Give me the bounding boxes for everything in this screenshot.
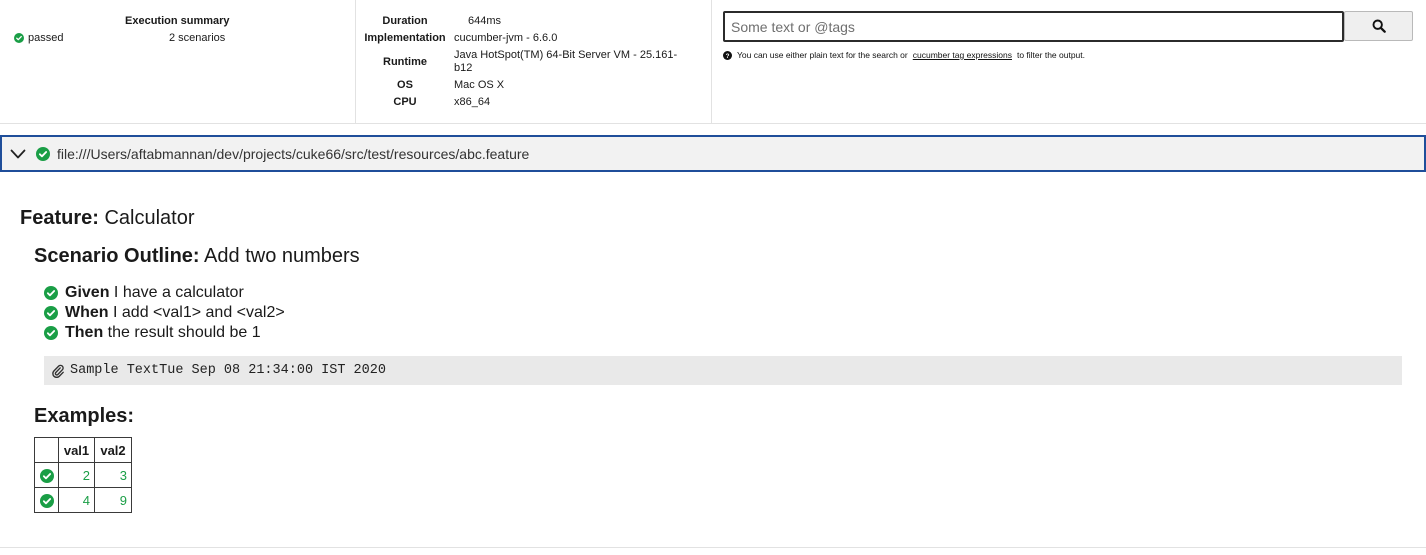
table-cell: 4 <box>58 487 95 513</box>
env-value: x86_64 <box>454 96 491 108</box>
step-keyword: Given <box>65 284 110 301</box>
step-list: Given I have a calculator When I add <va… <box>44 283 285 343</box>
bottom-divider <box>0 547 1426 548</box>
feature-title: Feature: Calculator <box>20 207 195 230</box>
feature-file-path: file:///Users/aftabmannan/dev/projects/c… <box>57 145 530 162</box>
step-passed-check-icon <box>44 326 58 340</box>
hint-text-after: to filter the output. <box>1016 50 1086 60</box>
table-cell: 3 <box>94 462 132 488</box>
env-key: OS <box>397 79 413 91</box>
column-header: val2 <box>94 437 132 463</box>
step-text: I add <val1> and <val2> <box>113 304 285 321</box>
env-row-runtime: Runtime Java HotSpot(TM) 64-Bit Server V… <box>356 49 694 75</box>
step-item: When I add <val1> and <val2> <box>44 303 285 323</box>
report-header: Execution summary passed 2 scenarios Dur… <box>0 0 1426 124</box>
row-status <box>34 487 59 513</box>
env-row-os: OS Mac OS X <box>356 79 694 92</box>
environment-info: Duration 644ms Implementation cucumber-j… <box>356 0 712 123</box>
step-text: I have a calculator <box>113 284 244 301</box>
step-attachment: Sample TextTue Sep 08 21:34:00 IST 2020 <box>44 356 1402 385</box>
row-passed-check-icon <box>39 468 54 483</box>
step-passed-check-icon <box>44 286 58 300</box>
help-circle-icon: ? <box>723 50 732 60</box>
step-keyword: Then <box>65 324 104 341</box>
search-icon <box>1372 19 1386 33</box>
status-badge: passed <box>14 32 63 44</box>
env-value: Java HotSpot(TM) 64-Bit Server VM - 25.1… <box>454 49 678 74</box>
env-row-implementation: Implementation cucumber-jvm - 6.6.0 <box>356 32 694 45</box>
env-row-cpu: CPU x86_64 <box>356 96 694 109</box>
search-hint: ? You can use either plain text for the … <box>723 50 1085 60</box>
env-value: cucumber-jvm - 6.6.0 <box>454 32 558 44</box>
status-header <box>34 437 59 463</box>
feature-name: Calculator <box>104 207 195 229</box>
step-passed-check-icon <box>44 306 58 320</box>
search-button[interactable] <box>1344 11 1413 41</box>
step-item: Given I have a calculator <box>44 283 285 303</box>
table-cell: 9 <box>94 487 132 513</box>
passed-check-icon <box>14 33 24 43</box>
column-header: val1 <box>58 437 95 463</box>
table-row: 4 9 <box>34 487 132 513</box>
env-value: 644ms <box>468 15 502 27</box>
scenario-title: Scenario Outline: Add two numbers <box>34 245 360 268</box>
paperclip-icon <box>52 364 64 378</box>
table-cell: 2 <box>58 462 95 488</box>
env-value: Mac OS X <box>454 79 505 91</box>
feature-accordion-header[interactable]: file:///Users/aftabmannan/dev/projects/c… <box>0 135 1426 172</box>
scenario-name: Add two numbers <box>204 245 360 267</box>
table-header-row: val1 val2 <box>34 437 132 463</box>
status-label: passed <box>28 32 64 44</box>
scenario-count: 2 scenarios <box>169 32 226 44</box>
row-passed-check-icon <box>39 493 54 508</box>
step-text: the result should be 1 <box>107 324 261 341</box>
summary-title: Execution summary <box>125 15 230 27</box>
examples-title: Examples: <box>34 405 135 427</box>
step-keyword: When <box>65 304 109 321</box>
row-status <box>34 462 59 488</box>
examples-table: val1 val2 2 3 4 9 <box>34 437 132 513</box>
env-key: CPU <box>393 96 417 108</box>
env-key: Runtime <box>383 56 427 68</box>
env-row-duration: Duration 644ms <box>356 15 694 28</box>
attachment-text: Sample TextTue Sep 08 21:34:00 IST 2020 <box>70 363 386 378</box>
search-panel: ? You can use either plain text for the … <box>712 0 1426 123</box>
search-input[interactable] <box>723 11 1344 42</box>
scenario-keyword: Scenario Outline: <box>34 245 200 267</box>
tag-expressions-link[interactable]: cucumber tag expressions <box>913 50 1012 60</box>
table-row: 2 3 <box>34 462 132 488</box>
env-key: Duration <box>382 15 428 27</box>
svg-text:?: ? <box>726 52 730 59</box>
hint-text-before: You can use either plain text for the se… <box>737 50 908 60</box>
feature-keyword: Feature: <box>20 207 99 229</box>
step-item: Then the result should be 1 <box>44 323 285 343</box>
chevron-down-icon <box>10 149 26 158</box>
env-key: Implementation <box>364 32 446 44</box>
execution-summary: Execution summary passed 2 scenarios <box>0 0 356 123</box>
feature-passed-check-icon <box>36 146 50 161</box>
